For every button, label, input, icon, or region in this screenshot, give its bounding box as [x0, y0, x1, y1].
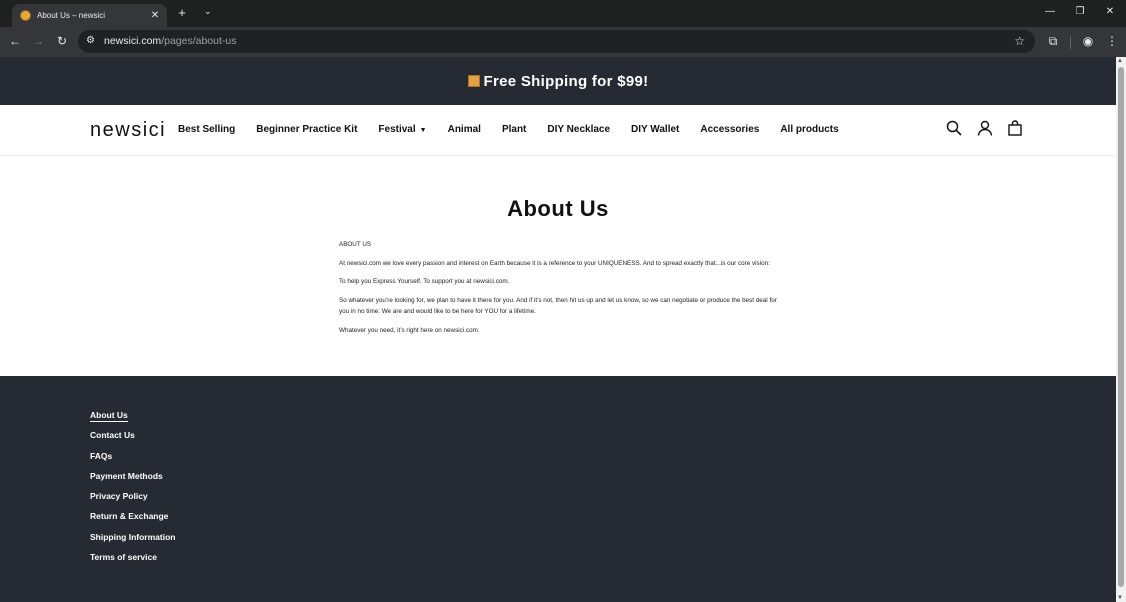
site-logo[interactable]: newsici	[90, 119, 166, 142]
reload-icon[interactable]: ↻	[55, 34, 69, 48]
minimize-icon[interactable]: —	[1043, 6, 1057, 17]
close-tab-icon[interactable]: ✕	[147, 10, 163, 21]
nav-diy-necklace[interactable]: DIY Necklace	[547, 124, 610, 135]
tab-title: About Us – newsici	[37, 11, 106, 20]
page-viewport: Free Shipping for $99! newsici Best Sell…	[0, 57, 1126, 602]
footer-links: About Us Contact Us FAQs Payment Methods…	[90, 410, 175, 572]
announcement-bar: Free Shipping for $99!	[0, 57, 1116, 105]
toolbar-divider	[1070, 36, 1071, 49]
kebab-menu-icon[interactable]: ⋮	[1105, 34, 1119, 48]
package-icon	[467, 74, 480, 87]
forward-arrow-icon[interactable]: →	[31, 34, 45, 48]
footer-link-contact-us[interactable]: Contact Us	[90, 430, 175, 450]
nav-festival[interactable]: Festival ▼	[378, 124, 426, 135]
main-nav: Best Selling Beginner Practice Kit Festi…	[178, 124, 860, 135]
nav-all-products[interactable]: All products	[780, 124, 838, 135]
page-scrollbar[interactable]: ▲ ▼	[1116, 57, 1126, 602]
favicon-icon	[20, 10, 31, 21]
paragraph: To help you Express Yourself. To support…	[339, 278, 510, 286]
nav-best-selling[interactable]: Best Selling	[178, 124, 235, 135]
section-heading: ABOUT US	[339, 241, 372, 248]
site-header: newsici Best Selling Beginner Practice K…	[0, 105, 1116, 156]
footer-link-terms-of-service[interactable]: Terms of service	[90, 552, 175, 572]
nav-diy-wallet[interactable]: DIY Wallet	[631, 124, 679, 135]
close-window-icon[interactable]: ✕	[1103, 6, 1117, 17]
nav-animal[interactable]: Animal	[448, 124, 481, 135]
about-body: ABOUT US At newsici.com we love every pa…	[339, 240, 779, 344]
announcement-text: Free Shipping for $99!	[483, 72, 649, 90]
paragraph: Whatever you need, it’s right here on ne…	[339, 326, 480, 334]
nav-beginner-practice-kit[interactable]: Beginner Practice Kit	[256, 124, 357, 135]
footer-link-about-us[interactable]: About Us	[90, 410, 175, 430]
scroll-thumb[interactable]	[1118, 67, 1124, 587]
bookmark-star-icon[interactable]: ☆	[1014, 34, 1025, 48]
footer-link-return-exchange[interactable]: Return & Exchange	[90, 511, 175, 531]
paragraph: So whatever you’re looking for, we plan …	[339, 297, 777, 315]
footer-link-payment-methods[interactable]: Payment Methods	[90, 471, 175, 491]
search-icon[interactable]	[946, 120, 962, 136]
footer-link-faqs[interactable]: FAQs	[90, 451, 175, 471]
account-icon[interactable]	[977, 120, 993, 136]
restore-icon[interactable]: ❐	[1073, 6, 1087, 17]
browser-toolbar: ← → ↻ ⚙ newsici.com/pages/about-us ☆ ⧉ ◉…	[0, 27, 1126, 57]
shopping-bag-icon[interactable]	[1007, 120, 1023, 136]
profile-icon[interactable]: ◉	[1081, 34, 1095, 48]
nav-plant[interactable]: Plant	[502, 124, 526, 135]
tab-search-chevron-icon[interactable]: ⌄	[204, 6, 212, 17]
nav-accessories[interactable]: Accessories	[700, 124, 759, 135]
scroll-down-arrow-icon[interactable]: ▼	[1117, 595, 1123, 601]
site-footer: About Us Contact Us FAQs Payment Methods…	[0, 376, 1116, 602]
extensions-icon[interactable]: ⧉	[1046, 34, 1060, 49]
chevron-down-icon: ▼	[419, 127, 427, 134]
browser-tab[interactable]: About Us – newsici ✕	[12, 4, 167, 27]
footer-link-shipping-information[interactable]: Shipping Information	[90, 532, 175, 552]
paragraph: At newsici.com we love every passion and…	[339, 259, 770, 267]
browser-tab-bar: About Us – newsici ✕ + ⌄ — ❐ ✕	[0, 0, 1126, 27]
back-arrow-icon[interactable]: ←	[8, 34, 22, 48]
new-tab-icon[interactable]: +	[175, 5, 189, 20]
scroll-up-arrow-icon[interactable]: ▲	[1117, 58, 1123, 64]
footer-link-privacy-policy[interactable]: Privacy Policy	[90, 491, 175, 511]
page-title: About Us	[507, 196, 609, 221]
site-info-icon[interactable]: ⚙	[86, 35, 95, 46]
main-content: About Us ABOUT US At newsici.com we love…	[0, 156, 1116, 376]
url-text[interactable]: newsici.com/pages/about-us	[104, 35, 237, 47]
address-bar[interactable]: ⚙ newsici.com/pages/about-us ☆	[78, 30, 1035, 53]
